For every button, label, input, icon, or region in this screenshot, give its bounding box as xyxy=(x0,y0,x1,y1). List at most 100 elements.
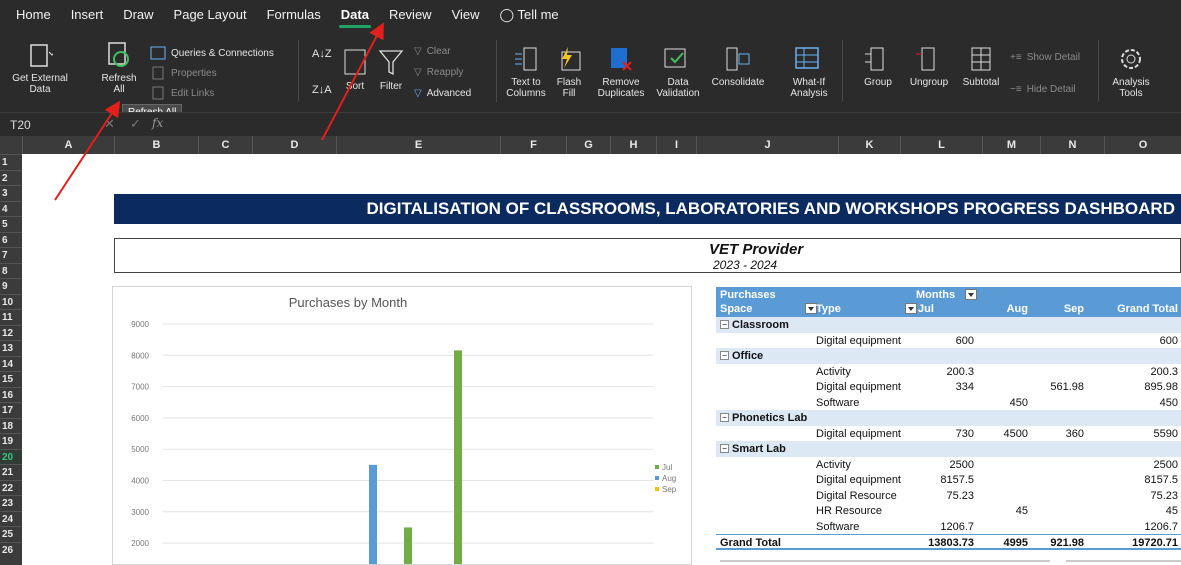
ungroup-label: Ungroup xyxy=(909,77,949,88)
pivot-type-label: Digital equipment xyxy=(816,334,901,347)
pivot-group-row: − Classroom xyxy=(716,317,1181,333)
row-header[interactable]: 9 xyxy=(0,278,22,294)
tab-data[interactable]: Data xyxy=(331,0,379,30)
column-header[interactable]: J xyxy=(696,136,838,154)
sort-za-button[interactable]: Z↓A xyxy=(312,84,332,96)
consolidate-button[interactable]: Consolidate xyxy=(706,46,770,88)
row-header[interactable]: 11 xyxy=(0,309,22,325)
column-header[interactable]: D xyxy=(252,136,336,154)
column-header[interactable]: M xyxy=(982,136,1040,154)
row-header[interactable]: 15 xyxy=(0,371,22,387)
consolidate-label: Consolidate xyxy=(711,77,765,88)
pivot-value-jul: 600 xyxy=(955,334,974,347)
column-header[interactable]: C xyxy=(198,136,252,154)
row-header[interactable]: 3 xyxy=(0,185,22,201)
row-header[interactable]: 12 xyxy=(0,324,22,341)
gear-icon xyxy=(1121,49,1141,69)
sort-button[interactable]: Sort xyxy=(340,48,370,92)
hide-detail-button[interactable]: −≡ Hide Detail xyxy=(1010,84,1076,95)
months-filter-dropdown[interactable] xyxy=(965,289,977,300)
pivot-type-label: Software xyxy=(816,396,860,409)
pivot-space-label: Office xyxy=(732,350,764,362)
refresh-all-button[interactable]: Refresh All xyxy=(96,40,142,95)
reapply-button[interactable]: ▽ Reapply xyxy=(414,67,463,78)
column-header[interactable]: H xyxy=(610,136,656,154)
row-header[interactable]: 7 xyxy=(0,247,22,263)
get-external-data-button[interactable]: Get External Data xyxy=(4,42,76,95)
ungroup-button[interactable]: Ungroup xyxy=(902,46,956,88)
confirm-icon[interactable]: ✓ xyxy=(130,116,141,132)
collapse-icon[interactable]: − xyxy=(720,444,729,453)
row-header[interactable]: 26 xyxy=(0,541,22,558)
column-header[interactable]: N xyxy=(1040,136,1104,154)
tell-me-search[interactable]: ◯ Tell me xyxy=(490,0,569,30)
column-header[interactable]: K xyxy=(838,136,900,154)
column-header[interactable]: I xyxy=(656,136,696,154)
column-header[interactable]: L xyxy=(900,136,982,154)
tab-home[interactable]: Home xyxy=(6,0,61,30)
row-header[interactable]: 18 xyxy=(0,417,22,434)
column-header[interactable]: E xyxy=(336,136,500,154)
row-header[interactable]: 6 xyxy=(0,231,22,248)
properties-button[interactable]: Properties xyxy=(150,66,217,80)
data-validation-button[interactable]: Data Validation xyxy=(652,46,704,99)
row-header[interactable]: 20 xyxy=(0,448,22,464)
grand-total-jul: 13803.73 xyxy=(928,537,974,549)
remove-duplicates-button[interactable]: Remove Duplicates xyxy=(592,46,650,99)
row-header[interactable]: 21 xyxy=(0,464,22,480)
row-header[interactable]: 25 xyxy=(0,526,22,542)
row-header[interactable]: 4 xyxy=(0,200,22,217)
tab-view[interactable]: View xyxy=(442,0,490,30)
collapse-icon[interactable]: − xyxy=(720,351,729,360)
function-icon[interactable]: fx xyxy=(152,116,163,130)
tab-insert[interactable]: Insert xyxy=(61,0,114,30)
type-filter-dropdown[interactable] xyxy=(905,303,917,314)
purchases-chart[interactable]: Purchases by Month 9000 8000 7000 6000 5000 4… xyxy=(112,286,692,565)
column-header[interactable]: A xyxy=(22,136,114,154)
queries-connections-button[interactable]: Queries & Connections xyxy=(150,46,274,60)
clear-button[interactable]: ▽ Clear xyxy=(414,46,451,57)
column-header[interactable]: G xyxy=(566,136,610,154)
flash-fill-button[interactable]: Flash Fill xyxy=(552,46,586,99)
column-header[interactable]: F xyxy=(500,136,566,154)
tab-formulas[interactable]: Formulas xyxy=(257,0,331,30)
queries-connections-label: Queries & Connections xyxy=(171,47,274,59)
row-header[interactable]: 19 xyxy=(0,433,22,449)
row-header[interactable]: 16 xyxy=(0,386,22,403)
row-header[interactable]: 5 xyxy=(0,216,22,232)
tab-page-layout[interactable]: Page Layout xyxy=(164,0,257,30)
group-button[interactable]: Group xyxy=(858,46,898,88)
name-box[interactable]: T20 xyxy=(4,117,88,133)
data-ribbon: Get External Data Refresh All Queries & … xyxy=(0,30,1181,112)
row-header[interactable]: 10 xyxy=(0,293,22,310)
text-to-columns-button[interactable]: Text to Columns xyxy=(504,46,548,99)
row-header[interactable]: 14 xyxy=(0,355,22,372)
what-if-analysis-button[interactable]: What-If Analysis xyxy=(786,46,832,99)
row-header[interactable]: 2 xyxy=(0,169,22,186)
worksheet[interactable]: DIGITALISATION OF CLASSROOMS, LABORATORI… xyxy=(22,154,1181,565)
collapse-icon[interactable]: − xyxy=(720,320,729,329)
row-header[interactable]: 8 xyxy=(0,262,22,279)
row-header[interactable]: 24 xyxy=(0,510,22,527)
show-detail-button[interactable]: +≡ Show Detail xyxy=(1010,52,1080,63)
legend-label: Jul xyxy=(662,463,672,472)
sort-az-button[interactable]: A↓Z xyxy=(312,48,332,60)
row-header[interactable]: 13 xyxy=(0,340,22,356)
edit-links-button[interactable]: Edit Links xyxy=(150,86,214,100)
cancel-icon[interactable]: ✕ xyxy=(104,116,115,132)
tab-review[interactable]: Review xyxy=(379,0,442,30)
row-header[interactable]: 1 xyxy=(0,154,22,170)
row-header[interactable]: 23 xyxy=(0,495,22,511)
column-header[interactable]: B xyxy=(114,136,198,154)
filter-button[interactable]: Filter xyxy=(374,48,408,92)
analysis-tools-button[interactable]: Analysis Tools xyxy=(1106,44,1156,99)
subtotal-button[interactable]: Subtotal xyxy=(956,46,1006,88)
row-header[interactable]: 17 xyxy=(0,402,22,418)
advanced-button[interactable]: ▽ Advanced xyxy=(414,88,471,99)
row-header[interactable]: 22 xyxy=(0,479,22,496)
pivot-col-grand-total: Grand Total xyxy=(1117,303,1178,315)
tab-draw[interactable]: Draw xyxy=(113,0,163,30)
pivot-type-label: HR Resource xyxy=(816,505,883,517)
collapse-icon[interactable]: − xyxy=(720,413,729,422)
column-header[interactable]: O xyxy=(1104,136,1181,154)
